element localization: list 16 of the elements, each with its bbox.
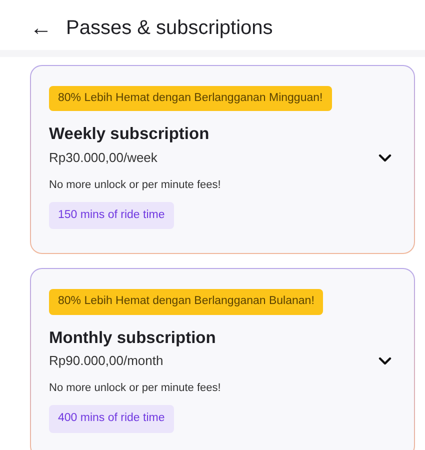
- promo-tag: 80% Lebih Hemat dengan Berlangganan Bulanan!: [49, 289, 324, 315]
- chevron-down-icon[interactable]: [378, 356, 392, 366]
- plan-name: Weekly subscription: [49, 125, 210, 146]
- plan-description: No more unlock or per minute fees!: [49, 380, 221, 396]
- plan-description: No more unlock or per minute fees!: [49, 178, 221, 193]
- back-arrow[interactable]: ←: [30, 17, 52, 39]
- plan-price: Rp30.000,00/week: [49, 149, 158, 168]
- chevron-down-icon[interactable]: [378, 152, 392, 163]
- page-title: Passes & subscriptions: [66, 16, 273, 40]
- plan-name: Monthly subscription: [49, 328, 216, 348]
- subscription-card[interactable]: 80% Lebih Hemat dengan Berlangganan Mingguan! Weekly subscription Rp30.000,00/week No more unlock or per minute fees! 150 mins of ride time: [30, 65, 415, 254]
- ride-time-tag: 400 mins of ride time: [49, 405, 174, 433]
- promo-tag: 80% Lebih Hemat dengan Berlangganan Mingguan!: [49, 86, 332, 112]
- plan-price: Rp90.000,00/month: [49, 352, 164, 370]
- subscription-card[interactable]: 80% Lebih Hemat dengan Berlangganan Bulanan! Monthly subscription Rp90.000,00/month No more unlock or per minute fees! 400 mins of ride time: [30, 268, 415, 450]
- ride-time-tag: 150 mins of ride time: [49, 202, 174, 230]
